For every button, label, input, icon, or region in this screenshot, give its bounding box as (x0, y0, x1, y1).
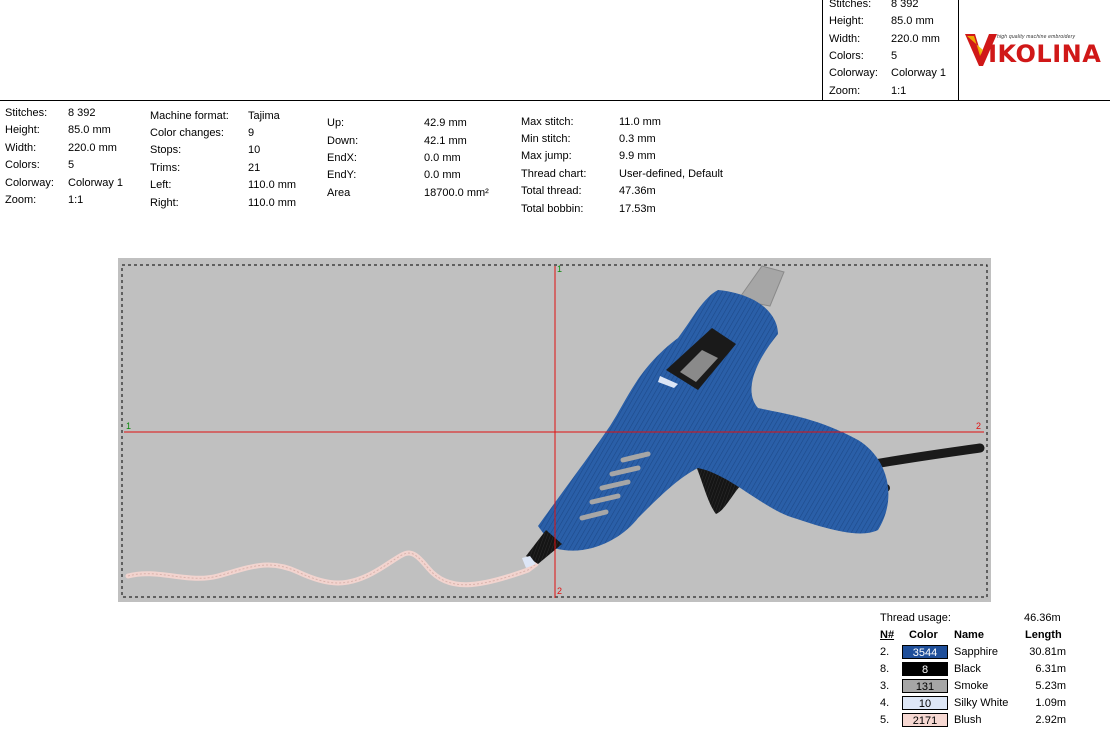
info-color-changes: Color changes: 9 (150, 127, 255, 139)
info-endx: EndX: 0.0 mm (327, 152, 461, 164)
info-colors: Colors: 5 (5, 159, 75, 171)
marker-top: 1 (557, 264, 563, 274)
header-zoom: Zoom: 1:1 (829, 85, 907, 97)
design-preview: 1 1 2 2 (118, 258, 991, 602)
info-min-stitch: Min stitch: 0.3 mm (521, 133, 656, 145)
info-up: Up: 42.9 mm (327, 117, 467, 129)
thread-usage-header: N# Color Name Length (880, 629, 1062, 641)
color-swatch: 8 (902, 662, 948, 676)
header-stitches: Stitches: 8 392 (829, 0, 919, 10)
marker-left: 1 (126, 421, 132, 431)
color-swatch: 131 (902, 679, 948, 693)
info-down: Down: 42.1 mm (327, 135, 467, 147)
marker-right: 2 (976, 421, 982, 431)
header-summary: Stitches: 8 392 Height: 85.0 mm Width: 220.… (822, 0, 959, 100)
thread-row: 3. 131 Smoke 5.23m (880, 679, 1066, 693)
info-machine-format: Machine format: Tajima (150, 110, 280, 122)
header-colors: Colors: 5 (829, 50, 898, 62)
logo-wordmark: VIKOLINA (969, 40, 1102, 68)
thread-row: 4. 10 Silky White 1.09m (880, 696, 1066, 710)
thread-usage-title-row: Thread usage: 46.36m (880, 610, 1061, 626)
info-width: Width: 220.0 mm (5, 142, 117, 154)
info-max-stitch: Max stitch: 11.0 mm (521, 116, 661, 128)
thread-row: 8. 8 Black 6.31m (880, 662, 1066, 676)
glue-trail (125, 550, 539, 588)
thread-row: 5. 2171 Blush 2.92m (880, 713, 1066, 727)
brand-logo: high quality machine embroidery VIKOLINA (963, 28, 1109, 70)
info-stops: Stops: 10 (150, 144, 261, 156)
info-colorway: Colorway: Colorway 1 (5, 177, 124, 189)
color-swatch: 10 (902, 696, 948, 710)
info-endy: EndY: 0.0 mm (327, 169, 461, 181)
info-stitches: Stitches: 8 392 (5, 107, 96, 119)
marker-bottom: 2 (557, 586, 563, 596)
thread-usage-total: 46.36m (1024, 612, 1061, 624)
info-height: Height: 85.0 mm (5, 124, 111, 136)
color-swatch: 3544 (902, 645, 948, 659)
info-right: Right: 110.0 mm (150, 197, 297, 209)
power-cord (858, 443, 985, 471)
info-total-thread: Total thread: 47.36m (521, 185, 656, 197)
color-swatch: 2171 (902, 713, 948, 727)
header-rule (0, 100, 1110, 101)
info-thread-chart: Thread chart: User-defined, Default (521, 168, 723, 180)
thread-row: 2. 3544 Sapphire 30.81m (880, 645, 1066, 659)
glue-gun-embroidery (121, 264, 988, 598)
info-area: Area 18700.0 mm² (327, 187, 489, 199)
info-total-bobbin: Total bobbin: 17.53m (521, 203, 656, 215)
info-trims: Trims: 21 (150, 162, 261, 174)
header-height: Height: 85.0 mm (829, 15, 934, 27)
header-divider (958, 0, 959, 100)
info-max-jump: Max jump: 9.9 mm (521, 150, 656, 162)
info-zoom: Zoom: 1:1 (5, 194, 84, 206)
thread-usage-title: Thread usage: (880, 612, 951, 624)
header-width: Width: 220.0 mm (829, 33, 940, 45)
info-left: Left: 110.0 mm (150, 179, 297, 191)
header-colorway: Colorway: Colorway 1 (829, 67, 947, 79)
